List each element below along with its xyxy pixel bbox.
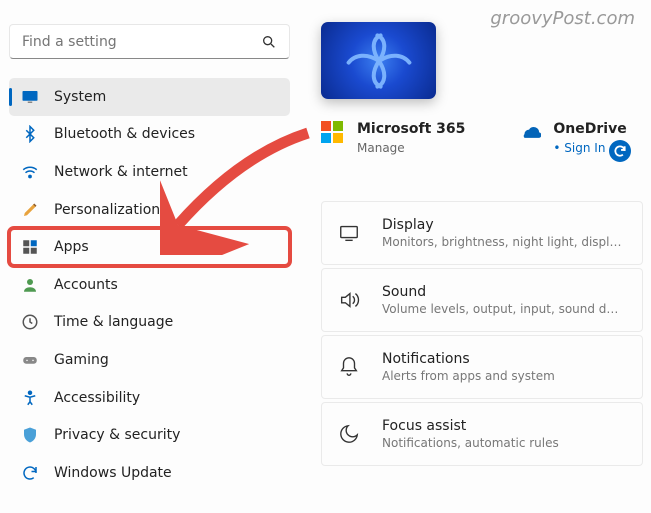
person-icon <box>21 276 39 294</box>
sync-button[interactable] <box>609 140 631 162</box>
sidebar-item-apps[interactable]: Apps <box>9 228 290 266</box>
card-sub: Alerts from apps and system <box>382 369 622 383</box>
sidebar-item-windows-update[interactable]: Windows Update <box>9 454 290 492</box>
card-display[interactable]: Display Monitors, brightness, night light… <box>321 201 643 265</box>
wifi-icon <box>21 163 39 181</box>
bell-icon <box>338 356 360 378</box>
sidebar-item-label: Gaming <box>54 352 109 368</box>
search-input[interactable] <box>22 34 261 50</box>
sidebar-item-label: Apps <box>54 239 89 255</box>
search-box[interactable] <box>9 24 290 59</box>
moon-icon <box>338 423 360 445</box>
sidebar-item-label: Windows Update <box>54 465 172 481</box>
sidebar-item-accounts[interactable]: Accounts <box>9 266 290 304</box>
sidebar-item-label: Network & internet <box>54 164 188 180</box>
sidebar-item-label: Time & language <box>54 314 173 330</box>
m365-tile[interactable]: Microsoft 365 Manage <box>321 121 465 155</box>
watermark: groovyPost.com <box>490 8 635 29</box>
sidebar-item-gaming[interactable]: Gaming <box>9 341 290 379</box>
card-sub: Monitors, brightness, night light, displ… <box>382 235 622 249</box>
sidebar: System Bluetooth & devices Network & int… <box>9 24 290 492</box>
sound-icon <box>338 289 360 311</box>
card-sub: Volume levels, output, input, sound devi… <box>382 302 622 316</box>
sidebar-item-time-language[interactable]: Time & language <box>9 304 290 342</box>
card-sound[interactable]: Sound Volume levels, output, input, sound… <box>321 268 643 332</box>
shield-icon <box>21 426 39 444</box>
onedrive-icon <box>519 123 541 138</box>
monitor-icon <box>21 88 39 106</box>
sidebar-item-label: Privacy & security <box>54 427 180 443</box>
microsoft-logo-icon <box>321 121 343 143</box>
m365-title: Microsoft 365 <box>357 121 465 137</box>
card-title: Focus assist <box>382 418 622 434</box>
card-focus-assist[interactable]: Focus assist Notifications, automatic rul… <box>321 402 643 466</box>
sidebar-item-label: System <box>54 89 106 105</box>
sidebar-item-label: Personalization <box>54 202 160 218</box>
desktop-preview <box>321 22 436 99</box>
card-title: Sound <box>382 284 622 300</box>
apps-icon <box>21 238 39 256</box>
card-title: Notifications <box>382 351 622 367</box>
clock-globe-icon <box>21 313 39 331</box>
update-icon <box>21 464 39 482</box>
sidebar-item-label: Accessibility <box>54 390 140 406</box>
sidebar-item-label: Accounts <box>54 277 118 293</box>
account-row: Microsoft 365 Manage OneDrive Sign In <box>321 121 651 155</box>
nav-list: System Bluetooth & devices Network & int… <box>9 78 290 492</box>
card-title: Display <box>382 217 622 233</box>
display-icon <box>338 222 360 244</box>
m365-manage-link[interactable]: Manage <box>357 141 465 155</box>
accessibility-icon <box>21 389 39 407</box>
sidebar-item-privacy[interactable]: Privacy & security <box>9 416 290 454</box>
sidebar-item-label: Bluetooth & devices <box>54 126 195 142</box>
sidebar-item-bluetooth[interactable]: Bluetooth & devices <box>9 116 290 154</box>
sidebar-item-network[interactable]: Network & internet <box>9 153 290 191</box>
settings-cards: Display Monitors, brightness, night light… <box>321 201 643 466</box>
paintbrush-icon <box>21 201 39 219</box>
search-icon <box>261 34 277 50</box>
sidebar-item-system[interactable]: System <box>9 78 290 116</box>
sidebar-item-personalization[interactable]: Personalization <box>9 191 290 229</box>
card-notifications[interactable]: Notifications Alerts from apps and system <box>321 335 643 399</box>
gamepad-icon <box>21 351 39 369</box>
onedrive-title: OneDrive <box>553 121 626 137</box>
main-pane: Microsoft 365 Manage OneDrive Sign In Di… <box>321 22 651 469</box>
sync-icon <box>613 144 627 158</box>
card-sub: Notifications, automatic rules <box>382 436 622 450</box>
bluetooth-icon <box>21 125 39 143</box>
sidebar-item-accessibility[interactable]: Accessibility <box>9 379 290 417</box>
